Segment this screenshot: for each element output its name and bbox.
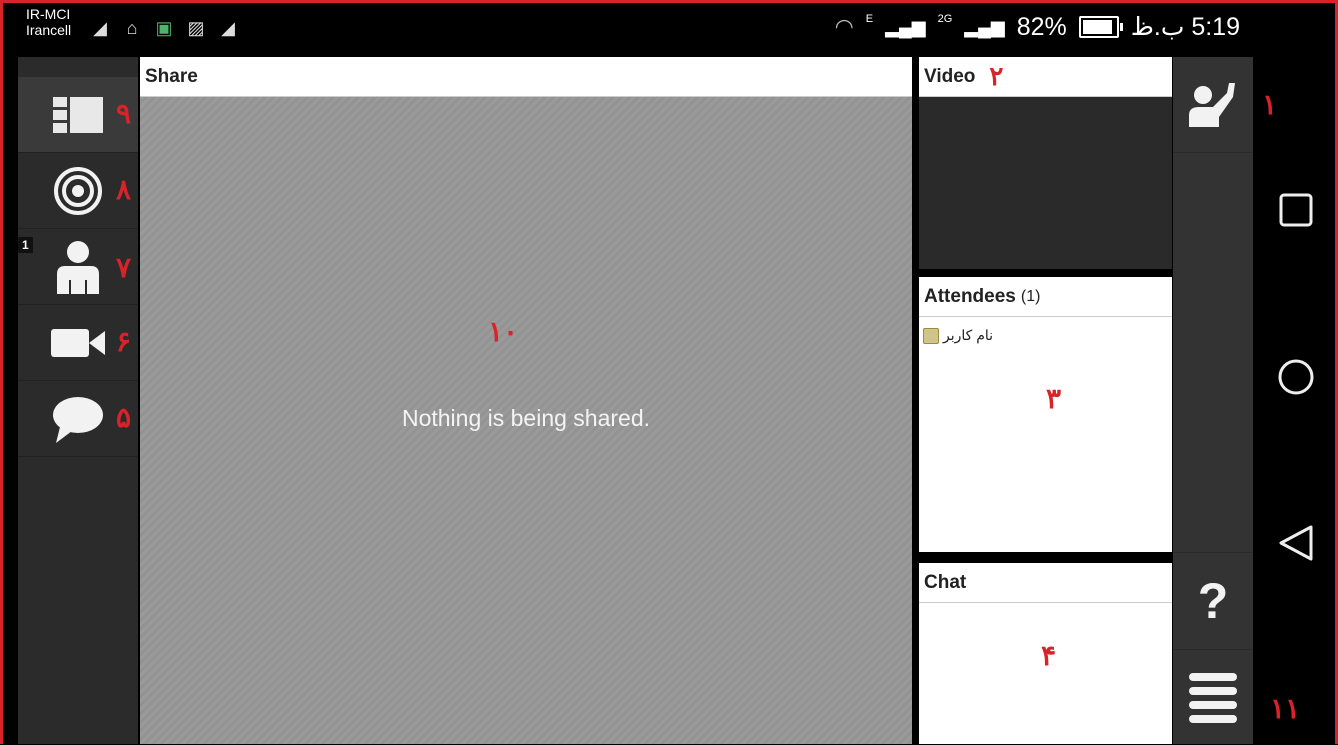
video-button[interactable]: ۶ [18,305,138,381]
lock-icon [923,327,939,344]
help-button[interactable]: ? [1173,552,1253,648]
video-panel: Video ۲ [919,57,1172,269]
home-button[interactable] [1273,354,1319,400]
signal-bars-icon: ◢ [93,18,107,38]
annotation-number: ۴ [1041,640,1057,671]
carrier-line2: Irancell [26,22,72,38]
annotation-number: ۶ [116,326,132,357]
battery-fill [1082,20,1113,34]
toolbar-spacer [18,57,138,77]
help-icon: ? [1197,572,1229,629]
layout-icon [53,96,103,133]
annotation-number: ۷ [116,252,132,283]
raise-hand-button[interactable] [1173,57,1253,153]
attendees-title-text: Attendees [924,285,1016,307]
chat-bubble-icon [53,396,103,443]
attendees-button[interactable]: 1 ۷ [18,229,138,305]
carrier-line1: IR-MCI [26,6,71,22]
layout-button[interactable]: ۹ [18,77,138,153]
annotation-number: ۱۰ [488,316,519,347]
signal-icon: ▂▄▆ [964,16,1005,37]
chat-button[interactable]: ۵ [18,381,138,457]
signal-icon: ▂▄▆ [885,16,926,37]
annotation-number: ۱۱ [1270,693,1301,724]
chat-panel-title: Chat [919,563,1172,603]
back-triangle-icon [1279,525,1313,561]
right-toolbar: ? [1173,57,1253,744]
chat-area[interactable]: ۴ [919,603,1172,744]
annotation-number: ۸ [116,174,132,205]
status-bar: IR-MCI Irancell ◢ ⌂ ▣ ▨ ◢ ◠ E ▂▄▆ 2G ▂▄▆… [0,0,1338,57]
battery-icon [1078,16,1123,38]
broadcast-icon [54,166,102,215]
attendees-count: (1) [1020,287,1041,305]
annotation-number: ۱ [1262,89,1278,120]
status-icons: ◢ ⌂ ▣ ▨ ◢ [90,18,238,38]
attendee-count-badge: 1 [18,237,33,253]
menu-button[interactable] [1173,649,1253,745]
notification-icon: ⌂ [126,18,138,38]
attendee-name: نام کاربر [943,327,994,343]
system-nav-bar [1253,57,1338,744]
left-toolbar: ۹ ۸ 1 ۷ ۶ ۵ [18,57,138,744]
video-panel-title: Video ۲ [919,57,1172,97]
status-right: ◠ E ▂▄▆ 2G ▂▄▆ 82% 5:19 ب.ظ [835,12,1240,42]
recent-apps-button[interactable] [1273,187,1319,233]
broadcast-button[interactable]: ۸ [18,153,138,229]
battery-percent: 82% [1016,12,1067,41]
hamburger-menu-icon [1189,672,1237,723]
attendee-row[interactable]: نام کاربر [919,317,1172,354]
carrier-name: IR-MCI Irancell [26,6,71,38]
app-icon: ▣ [155,18,173,38]
back-button[interactable] [1273,520,1319,566]
video-camera-icon [51,328,105,357]
image-icon: ▨ [187,18,205,38]
share-panel: Share ۱۰ Nothing is being shared. [140,57,912,744]
annotation-number: ۵ [116,402,132,433]
circle-icon [1278,359,1314,395]
attendee-icon [57,240,99,294]
empty-share-message: Nothing is being shared. [401,405,651,431]
network-e-indicator: E [865,13,874,25]
raise-hand-icon [1189,82,1235,127]
square-icon [1279,193,1313,227]
video-area[interactable] [919,97,1172,269]
network-2g-indicator: 2G [937,13,953,25]
video-title-text: Video [924,65,976,87]
attendees-panel-title: Attendees (1) [919,277,1172,317]
chat-panel: Chat ۴ [919,563,1172,744]
annotation-number: ۲ [989,61,1004,91]
share-panel-title: Share [140,57,912,97]
annotation-number: ۹ [116,98,132,129]
share-content-area[interactable]: ۱۰ Nothing is being shared. [140,97,912,744]
annotation-number: ۳ [1046,383,1062,414]
attendees-panel: Attendees (1) نام کاربر ۳ [919,277,1172,552]
signal-bars-icon: ◢ [221,18,235,38]
wifi-icon: ◠ [834,14,854,39]
clock: 5:19 ب.ظ [1130,13,1240,41]
